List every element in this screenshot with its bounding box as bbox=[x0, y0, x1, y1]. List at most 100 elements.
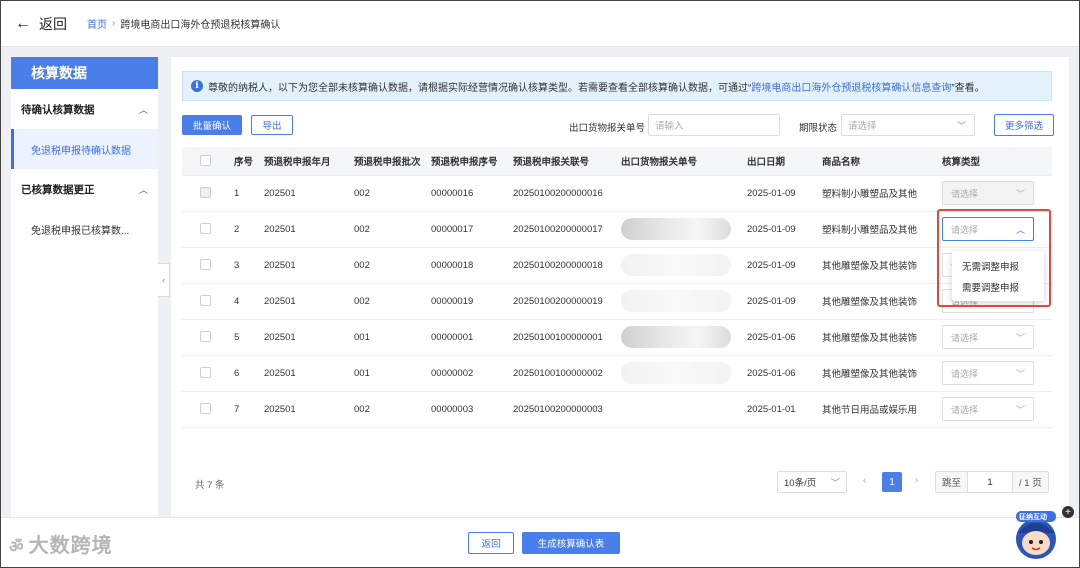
cell-batch: 002 bbox=[348, 283, 425, 320]
cell-export-date: 2025-01-01 bbox=[741, 391, 816, 428]
generate-confirm-button[interactable]: 生成核算确认表 bbox=[522, 532, 620, 554]
cell-seq: 00000002 bbox=[425, 355, 507, 392]
cell-customs-no bbox=[615, 211, 741, 248]
row-checkbox[interactable] bbox=[199, 331, 211, 343]
cell-seq: 00000019 bbox=[425, 283, 507, 320]
sidebar-item-corrected-data[interactable]: 免退税申报已核算数... bbox=[11, 209, 158, 249]
export-button[interactable]: 导出 bbox=[251, 115, 293, 135]
sidebar-group-pending[interactable]: 待确认核算数据 ︿ bbox=[11, 89, 158, 129]
next-page-button[interactable]: › bbox=[915, 475, 918, 486]
cell-product-name: 其他雕塑像及其他装饰 bbox=[816, 247, 936, 284]
breadcrumb-home[interactable]: 首页 bbox=[87, 16, 107, 31]
period-status-label: 期限状态 bbox=[799, 123, 838, 134]
table-row: 2 202501 002 00000017 20250100200000017 … bbox=[182, 211, 1052, 248]
cell-no: 6 bbox=[228, 355, 258, 392]
total-pages: / 1 页 bbox=[1019, 478, 1042, 489]
cell-customs-no bbox=[615, 391, 741, 428]
cell-seq: 00000001 bbox=[425, 319, 507, 356]
cell-batch: 002 bbox=[348, 247, 425, 284]
period-status-placeholder: 请选择 bbox=[848, 121, 877, 132]
col-header-no: 序号 bbox=[228, 147, 258, 176]
cell-year-month: 202501 bbox=[258, 283, 348, 320]
cell-product-name: 其他雕塑像及其他装饰 bbox=[816, 283, 936, 320]
calc-type-select[interactable]: 请选择 ﹀ bbox=[942, 361, 1034, 385]
sidebar-item-pending-data[interactable]: 免退税申报待确认数据 bbox=[11, 129, 158, 169]
row-checkbox[interactable] bbox=[199, 295, 211, 307]
col-header-export-date: 出口日期 bbox=[741, 147, 816, 176]
prev-page-button[interactable]: ‹ bbox=[863, 475, 866, 486]
notice-link[interactable]: 跨境电商出口海外仓预退税核算确认信息查询 bbox=[751, 79, 951, 94]
footer-back-button[interactable]: 返回 bbox=[468, 532, 514, 554]
cell-year-month: 202501 bbox=[258, 319, 348, 356]
sidebar-group-corrected[interactable]: 已核算数据更正 ︿ bbox=[11, 169, 158, 209]
batch-confirm-button[interactable]: 批量确认 bbox=[182, 115, 242, 135]
calc-type-select[interactable]: 请选择 ﹀ bbox=[942, 325, 1034, 349]
customs-no-input[interactable]: 请输入 bbox=[648, 114, 780, 136]
cell-no: 2 bbox=[228, 211, 258, 248]
page-size-select[interactable]: 10条/页 ﹀ bbox=[777, 471, 847, 493]
select-placeholder: 请选择 bbox=[951, 368, 979, 379]
chevron-down-icon: ﹀ bbox=[1015, 188, 1025, 199]
cell-export-date: 2025-01-09 bbox=[741, 247, 816, 284]
row-checkbox bbox=[199, 187, 211, 199]
row-checkbox[interactable] bbox=[199, 223, 211, 235]
jump-label: 跳至 bbox=[942, 478, 962, 489]
cell-export-date: 2025-01-09 bbox=[741, 175, 816, 212]
row-checkbox[interactable] bbox=[199, 367, 211, 379]
table-row: 3 202501 002 00000018 20250100200000018 … bbox=[182, 247, 1052, 284]
cell-no: 4 bbox=[228, 283, 258, 320]
arrow-left-icon: ← bbox=[15, 14, 31, 32]
redacted-value bbox=[621, 290, 731, 312]
chevron-down-icon: ﹀ bbox=[1015, 404, 1025, 415]
brand-logo-icon: ॐ bbox=[9, 539, 25, 556]
cell-no: 3 bbox=[228, 247, 258, 284]
cell-product-name: 塑料制小雕塑品及其他 bbox=[816, 175, 936, 212]
cell-link-no: 20250100200000017 bbox=[507, 211, 615, 248]
col-header-product-name: 商品名称 bbox=[816, 147, 936, 176]
watermark-text: 大数跨境 bbox=[28, 535, 113, 557]
assistant-mascot[interactable]: 征纳互动 bbox=[1011, 507, 1061, 563]
cell-batch: 002 bbox=[348, 211, 425, 248]
more-filter-button[interactable]: 更多筛选 bbox=[994, 114, 1054, 136]
cell-customs-no bbox=[615, 175, 741, 212]
table-row: 4 202501 002 00000019 20250100200000019 … bbox=[182, 283, 1052, 320]
row-checkbox[interactable] bbox=[199, 259, 211, 271]
cell-export-date: 2025-01-09 bbox=[741, 211, 816, 248]
cell-product-name: 其他雕塑像及其他装饰 bbox=[816, 355, 936, 392]
notice-text-end: ”查看。 bbox=[951, 82, 985, 94]
notice-banner: i 尊敬的纳税人，以下为您全部未核算确认数据，请根据实际经营情况确认核算类型。若… bbox=[182, 71, 1052, 101]
sidebar-collapse-button[interactable]: ‹ bbox=[158, 263, 170, 297]
select-placeholder: 请选择 bbox=[951, 404, 979, 415]
table-row: 6 202501 001 00000002 20250100100000002 … bbox=[182, 355, 1052, 392]
cell-no: 7 bbox=[228, 391, 258, 428]
page-1-button[interactable]: 1 bbox=[882, 472, 902, 492]
chevron-up-icon: ︿ bbox=[138, 184, 148, 195]
select-placeholder: 请选择 bbox=[951, 188, 979, 199]
app-window: ← 返回 首页 › 跨境电商出口海外仓预退税核算确认 核算数据 待确认核算数据 … bbox=[0, 0, 1080, 568]
calc-type-select[interactable]: 请选择 ﹀ bbox=[942, 397, 1034, 421]
breadcrumb-current: 跨境电商出口海外仓预退税核算确认 bbox=[120, 20, 281, 31]
jump-input[interactable]: 1 bbox=[967, 472, 1014, 492]
breadcrumb: 首页 › 跨境电商出口海外仓预退税核算确认 bbox=[87, 16, 280, 31]
back-button[interactable]: ← 返回 bbox=[15, 14, 67, 34]
cell-export-date: 2025-01-09 bbox=[741, 283, 816, 320]
period-status-select[interactable]: 请选择 ﹀ bbox=[841, 114, 975, 136]
cell-product-name: 其他节日用品或娱乐用 bbox=[816, 391, 936, 428]
customs-no-label: 出口货物报关单号 bbox=[569, 123, 646, 134]
data-table: 序号 预退税申报年月 预退税申报批次 预退税申报序号 预退税申报关联号 出口货物… bbox=[182, 147, 1052, 428]
col-header-calc-type: 核算类型 bbox=[936, 147, 1052, 176]
bottom-action-bar: 返回 生成核算确认表 bbox=[1, 517, 1079, 567]
row-checkbox[interactable] bbox=[199, 403, 211, 415]
cell-customs-no bbox=[615, 355, 741, 392]
redacted-value bbox=[621, 362, 731, 384]
cell-no: 1 bbox=[228, 175, 258, 212]
select-all-checkbox[interactable] bbox=[199, 155, 211, 167]
plus-icon[interactable]: + bbox=[1062, 506, 1074, 518]
cell-customs-no bbox=[615, 247, 741, 284]
chevron-right-icon: › bbox=[112, 18, 116, 29]
notice-text: 尊敬的纳税人，以下为您全部未核算确认数据，请根据实际经营情况确认核算类型。若需要… bbox=[208, 82, 752, 94]
table-header-row: 序号 预退税申报年月 预退税申报批次 预退税申报序号 预退税申报关联号 出口货物… bbox=[182, 147, 1052, 176]
col-header-customs-no: 出口货物报关单号 bbox=[615, 147, 741, 176]
watermark: ॐ 大数跨境 bbox=[9, 529, 113, 558]
cell-seq: 00000016 bbox=[425, 175, 507, 212]
